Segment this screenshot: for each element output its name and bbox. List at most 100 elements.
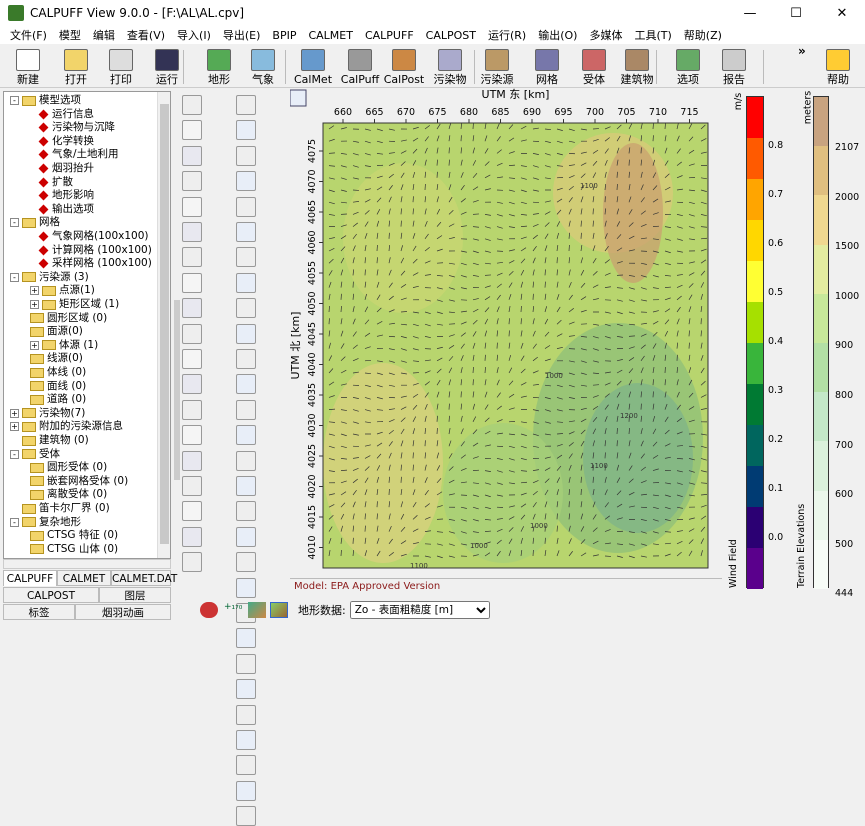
cursor-plus-icon[interactable] [236, 578, 256, 598]
toolbar-help-button[interactable]: 帮助 [815, 46, 861, 86]
tree-node[interactable]: 气象/土地利用 [40, 148, 119, 161]
plus-icon[interactable] [182, 425, 202, 445]
tree-node[interactable]: +体源 (1) [30, 339, 98, 352]
terrain-tool-active-icon[interactable] [270, 602, 288, 618]
plume-tool-icon[interactable] [200, 602, 218, 618]
info-icon[interactable] [236, 679, 256, 699]
tree-node[interactable]: 建筑物 (0) [10, 434, 89, 447]
tree-node[interactable]: -网格 [10, 216, 60, 229]
tab-1[interactable]: CALMET [57, 570, 111, 586]
red-polyline-icon[interactable] [182, 273, 202, 293]
move-node-icon[interactable] [236, 451, 256, 471]
tree-node[interactable]: CTSG 特征 (0) [30, 529, 118, 542]
sync-icon[interactable] [290, 90, 306, 106]
tree-node[interactable]: 运行信息 [40, 108, 94, 121]
menu-item-13[interactable]: 工具(T) [628, 27, 677, 43]
toolbar-weather-button[interactable]: 气象 [240, 46, 286, 86]
tree-node[interactable]: 嵌套网格受体 (0) [30, 475, 128, 488]
tree-node[interactable]: -模型选项 [10, 94, 81, 107]
tree-node[interactable]: 地形影响 [40, 189, 94, 202]
tree-expander-icon[interactable]: + [30, 341, 39, 350]
rect-icon[interactable] [236, 476, 256, 496]
tree-node[interactable]: -复杂地形 [10, 516, 81, 529]
star-icon[interactable] [236, 781, 256, 801]
tree-hscrollbar[interactable] [3, 559, 171, 569]
tab-4[interactable]: 图层 [99, 587, 171, 603]
circle-plus-icon[interactable] [182, 171, 202, 191]
tree-node[interactable]: +矩形区域 (1) [30, 298, 119, 311]
menu-item-6[interactable]: BPIP [266, 29, 302, 42]
toolbar-overflow-button[interactable]: » [798, 44, 806, 58]
menu-item-12[interactable]: 多媒体 [583, 27, 628, 43]
map-canvas[interactable]: UTM 东 [km]660665670675680685690695700705… [290, 88, 722, 578]
crop-icon[interactable] [236, 273, 256, 293]
toolbar-folder-open-button[interactable]: 打开 [53, 46, 99, 86]
zoom-out-icon[interactable] [236, 247, 256, 267]
terrain-data-select[interactable]: Zo - 表面粗糙度 [m] [350, 601, 490, 619]
line-arrow-icon[interactable] [236, 806, 256, 826]
maximize-button[interactable]: ☐ [773, 0, 819, 26]
tree-expander-icon[interactable]: - [10, 218, 19, 227]
grid-red-icon[interactable] [182, 374, 202, 394]
tree-node[interactable]: 扩散 [40, 176, 73, 189]
target-icon[interactable] [236, 527, 256, 547]
circle-icon[interactable] [236, 705, 256, 725]
tree-node[interactable]: 计算网格 (100x100) [40, 244, 152, 257]
toolbar-calpost-button[interactable]: CalPost [381, 46, 427, 86]
tree-node[interactable]: CTSG 山体 (0) [30, 543, 118, 556]
tree-expander-icon[interactable]: - [10, 273, 19, 282]
terrain-tool-icon[interactable] [248, 602, 266, 618]
rotate-icon[interactable] [236, 146, 256, 166]
tree-node[interactable]: 化学转换 [40, 135, 94, 148]
capsule-icon[interactable] [236, 552, 256, 572]
pan-icon[interactable] [236, 349, 256, 369]
crane-icon[interactable] [182, 95, 202, 115]
zoom-in-icon[interactable] [236, 197, 256, 217]
label-tool-icon[interactable]: +₁₇₀ [224, 602, 242, 618]
center-icon[interactable] [236, 298, 256, 318]
map-vscrollbar[interactable] [710, 123, 720, 568]
pill-icon[interactable] [236, 501, 256, 521]
nested-e-icon[interactable] [182, 501, 202, 521]
tree-node[interactable]: 离散受体 (0) [30, 488, 107, 501]
toolbar-calpuff-button[interactable]: CalPuff [337, 46, 383, 86]
tree-scroll-thumb[interactable] [160, 104, 169, 544]
grid-green-icon[interactable] [182, 400, 202, 420]
globe-icon[interactable] [236, 324, 256, 344]
tree-scrollbar[interactable] [157, 92, 170, 558]
toolbar-pollutant-button[interactable]: 污染物 [427, 46, 473, 86]
tree-node[interactable]: 面源(0) [30, 325, 83, 338]
pointer-icon[interactable] [236, 95, 256, 115]
tree-node[interactable]: -污染源 (3) [10, 271, 89, 284]
tree-node[interactable]: +点源(1) [30, 284, 95, 297]
layers-icon[interactable] [236, 374, 256, 394]
rectangle-icon[interactable] [236, 654, 256, 674]
menu-item-9[interactable]: CALPOST [420, 29, 482, 42]
text-box-red-icon[interactable] [182, 146, 202, 166]
mountain-icon[interactable] [236, 628, 256, 648]
tab-6[interactable]: 烟羽动画 [75, 604, 171, 620]
menu-item-5[interactable]: 导出(E) [217, 27, 267, 43]
tree-node[interactable]: 气象网格(100x100) [40, 230, 149, 243]
tree-expander-icon[interactable]: - [10, 96, 19, 105]
tab-2[interactable]: CALMET.DAT [111, 570, 171, 586]
tree-node[interactable]: 线源(0) [30, 352, 83, 365]
menu-item-11[interactable]: 输出(O) [532, 27, 583, 43]
orange-polyline-icon[interactable] [182, 324, 202, 344]
toolbar-grid-button[interactable]: 网格 [524, 46, 570, 86]
radial-icon[interactable] [182, 451, 202, 471]
menu-item-3[interactable]: 查看(V) [121, 27, 171, 43]
toolbar-new-file-button[interactable]: 新建 [5, 46, 51, 86]
palette-splitter[interactable] [174, 300, 180, 480]
tab-0[interactable]: CALPUFF [3, 570, 57, 586]
nested-r-icon[interactable] [182, 527, 202, 547]
tree-expander-icon[interactable]: + [10, 409, 19, 418]
model-tree[interactable]: -模型选项运行信息污染物与沉降化学转换气象/土地利用烟羽抬升扩散地形影响输出选项… [3, 91, 171, 559]
text-box-icon[interactable] [182, 120, 202, 140]
tree-node[interactable]: 烟羽抬升 [40, 162, 94, 175]
tree-node[interactable]: +附加的污染源信息 [10, 420, 123, 433]
tab-5[interactable]: 标签 [3, 604, 75, 620]
minimize-button[interactable]: — [727, 0, 773, 26]
box-3d-icon[interactable] [182, 552, 202, 572]
grid-black-icon[interactable] [182, 349, 202, 369]
